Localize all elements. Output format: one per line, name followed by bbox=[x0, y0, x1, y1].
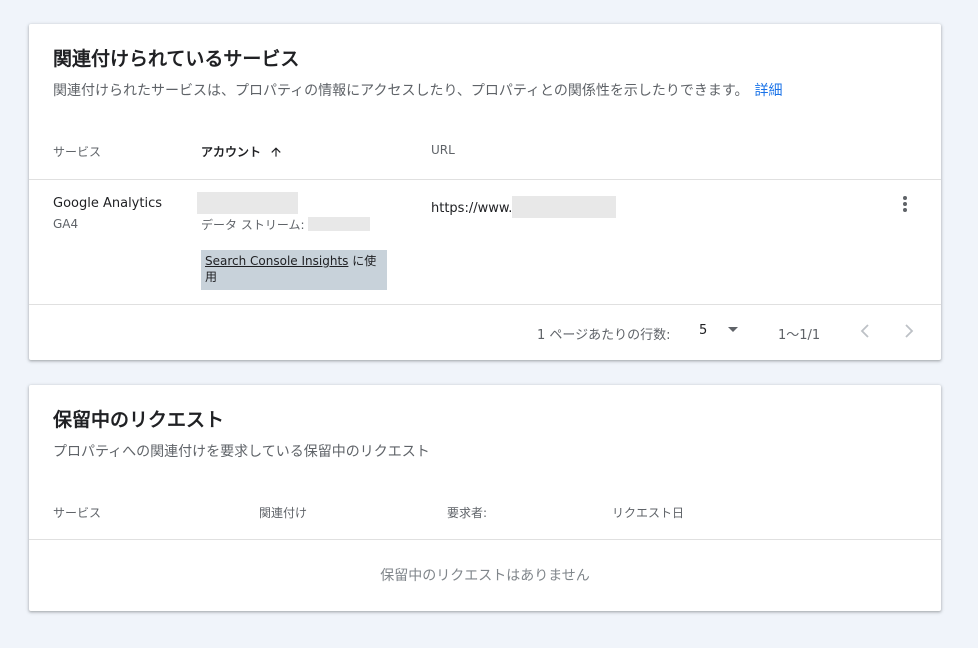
column-header-request-date: リクエスト日 bbox=[612, 506, 685, 520]
search-console-insights-link[interactable]: Search Console Insights bbox=[205, 254, 348, 268]
linked-services-title: 関連付けられているサービス bbox=[53, 48, 300, 70]
data-stream-label: データ ストリーム: bbox=[201, 218, 305, 232]
account-name-redacted bbox=[197, 192, 298, 214]
linked-services-card: 関連付けられているサービス 関連付けられたサービスは、プロパティの情報にアクセス… bbox=[29, 24, 941, 360]
pending-requests-card: 保留中のリクエスト プロパティへの関連付けを要求している保留中のリクエスト サー… bbox=[29, 385, 941, 611]
column-header-url: URL bbox=[431, 143, 455, 157]
chevron-right-icon[interactable] bbox=[899, 320, 919, 342]
rows-per-page-value: 5 bbox=[699, 323, 708, 338]
search-console-insights-chip: Search Console Insights に使用 bbox=[201, 250, 387, 290]
arrow-up-icon bbox=[271, 147, 281, 157]
column-header-association: 関連付け bbox=[259, 506, 308, 520]
column-header-requester: 要求者: bbox=[447, 506, 488, 520]
service-name: Google Analytics bbox=[53, 196, 163, 211]
chevron-left-icon[interactable] bbox=[855, 320, 875, 342]
more-vert-icon[interactable] bbox=[897, 192, 913, 216]
service-type: GA4 bbox=[53, 217, 79, 231]
data-stream-row: データ ストリーム: bbox=[201, 216, 371, 233]
caret-down-icon bbox=[728, 327, 738, 332]
rows-per-page-select[interactable]: 5 bbox=[697, 320, 747, 342]
linked-services-subtitle: 関連付けられたサービスは、プロパティの情報にアクセスしたり、プロパティとの関係性… bbox=[53, 80, 783, 100]
pagination-range: 1〜1/1 bbox=[778, 328, 821, 343]
learn-more-link[interactable]: 詳細 bbox=[755, 83, 783, 99]
empty-state-message: 保留中のリクエストはありません bbox=[380, 568, 590, 584]
url-prefix: https://www. bbox=[431, 201, 513, 216]
data-stream-redacted bbox=[308, 217, 371, 231]
header-divider bbox=[29, 539, 941, 540]
pending-requests-title: 保留中のリクエスト bbox=[53, 409, 225, 431]
column-header-account-label: アカウント bbox=[201, 145, 262, 159]
column-header-account[interactable]: アカウント bbox=[201, 143, 283, 160]
header-divider bbox=[29, 179, 941, 180]
column-header-service: サービス bbox=[53, 145, 102, 159]
url-redacted bbox=[512, 196, 617, 218]
column-header-service: サービス bbox=[53, 506, 102, 520]
url-cell: https://www. bbox=[431, 196, 617, 218]
rows-per-page-label: 1 ページあたりの行数: bbox=[537, 328, 671, 343]
row-divider bbox=[29, 304, 941, 305]
pending-requests-subtitle: プロパティへの関連付けを要求している保留中のリクエスト bbox=[53, 444, 430, 460]
linked-services-description: 関連付けられたサービスは、プロパティの情報にアクセスしたり、プロパティとの関係性… bbox=[53, 83, 749, 99]
